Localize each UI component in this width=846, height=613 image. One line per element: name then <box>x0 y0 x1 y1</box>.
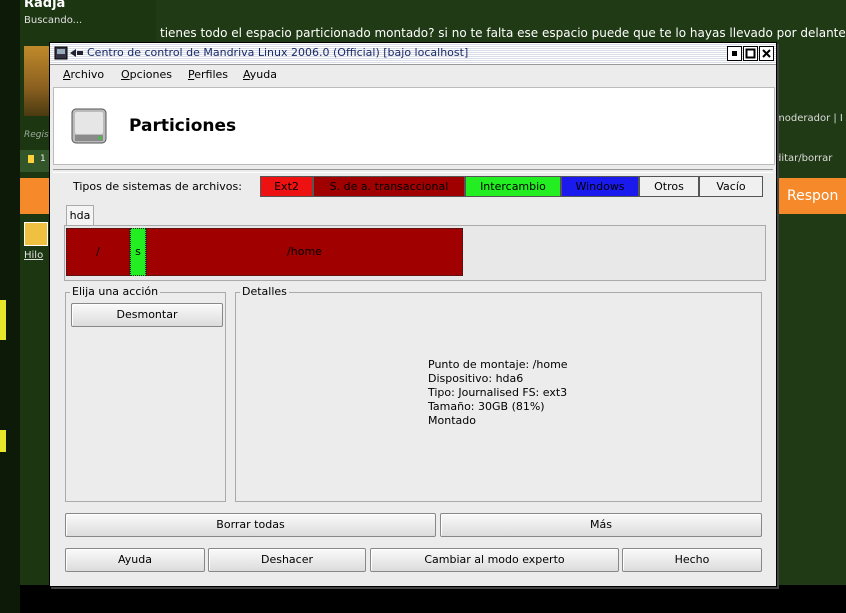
menu-archivo[interactable]: Archivo <box>63 68 104 81</box>
page-title: Particiones <box>129 116 237 136</box>
tab-hda[interactable]: hda <box>66 205 94 226</box>
partition-root[interactable]: / <box>66 228 130 276</box>
forum-moderator-link[interactable]: moderador | I <box>775 113 843 124</box>
minimize-button[interactable] <box>727 46 742 61</box>
menu-bar: Archivo Opciones Perfiles Ayuda <box>50 65 776 85</box>
expert-mode-button[interactable]: Cambiar al modo experto <box>370 548 619 572</box>
menu-ayuda[interactable]: Ayuda <box>243 68 277 81</box>
details-group-title: Detalles <box>240 285 289 298</box>
forum-registered-label: Regis <box>24 130 49 140</box>
legend-windows: Windows <box>561 176 639 197</box>
detail-state: Montado <box>428 414 476 427</box>
menu-perfiles[interactable]: Perfiles <box>188 68 228 81</box>
partition-details: Punto de montaje: /home Dispositivo: hda6… <box>428 358 568 428</box>
more-button[interactable]: Más <box>440 513 762 537</box>
undo-button[interactable]: Deshacer <box>208 548 366 572</box>
forum-edit-link[interactable]: ditar/borrar <box>775 153 832 164</box>
unmount-button[interactable]: Desmontar <box>71 303 223 327</box>
maximize-button[interactable] <box>743 46 758 61</box>
legend-journalised: S. de a. transaccional <box>313 176 465 197</box>
detail-size: Tamaño: 30GB (81%) <box>428 400 545 413</box>
close-button[interactable] <box>759 46 774 61</box>
legend-ext2: Ext2 <box>260 176 313 197</box>
header-divider <box>53 169 773 173</box>
forum-user-status: Buscando... <box>24 15 83 26</box>
detail-mount-point: Punto de montaje: /home <box>428 358 568 371</box>
forum-bottom-bar <box>20 585 846 613</box>
actions-group-title: Elija una acción <box>70 285 161 298</box>
clear-all-button[interactable]: Borrar todas <box>65 513 436 537</box>
partition-swap[interactable]: s <box>130 228 146 276</box>
partition-map: / s /home <box>64 225 766 281</box>
menu-opciones[interactable]: Opciones <box>121 68 172 81</box>
maximize-icon <box>745 48 756 59</box>
close-icon <box>762 49 771 58</box>
control-center-window: Centro de control de Mandriva Linux 2006… <box>49 42 777 587</box>
forum-post-text: tienes todo el espacio particionado mont… <box>160 26 846 40</box>
title-bar[interactable]: Centro de control de Mandriva Linux 2006… <box>50 43 776 65</box>
header-banner: Particiones <box>53 87 775 165</box>
forum-avatar <box>24 46 50 116</box>
filesystem-types-label: Tipos de sistemas de archivos: <box>73 180 242 193</box>
forum-username[interactable]: Radja <box>24 0 65 11</box>
partition-home[interactable]: /home <box>146 228 463 276</box>
minimize-icon <box>732 51 737 56</box>
hard-disk-icon <box>71 108 107 144</box>
help-button[interactable]: Ayuda <box>65 548 205 572</box>
forum-row-label: 1 <box>40 154 46 164</box>
forum-reply-button[interactable]: Respon <box>775 178 846 214</box>
legend-swap: Intercambio <box>465 176 561 197</box>
window-title: Centro de control de Mandriva Linux 2006… <box>87 46 469 59</box>
mandriva-icon[interactable] <box>54 46 84 60</box>
post-icon <box>28 155 34 163</box>
print-icon[interactable] <box>24 222 48 246</box>
left-edge-strip <box>0 0 20 613</box>
legend-other: Otros <box>639 176 699 197</box>
forum-thread-link[interactable]: Hilo <box>24 250 43 261</box>
legend-empty: Vacío <box>699 176 763 197</box>
actions-group: Elija una acción Desmontar <box>65 285 226 502</box>
detail-device: Dispositivo: hda6 <box>428 372 524 385</box>
done-button[interactable]: Hecho <box>622 548 762 572</box>
detail-type: Tipo: Journalised FS: ext3 <box>428 386 568 399</box>
